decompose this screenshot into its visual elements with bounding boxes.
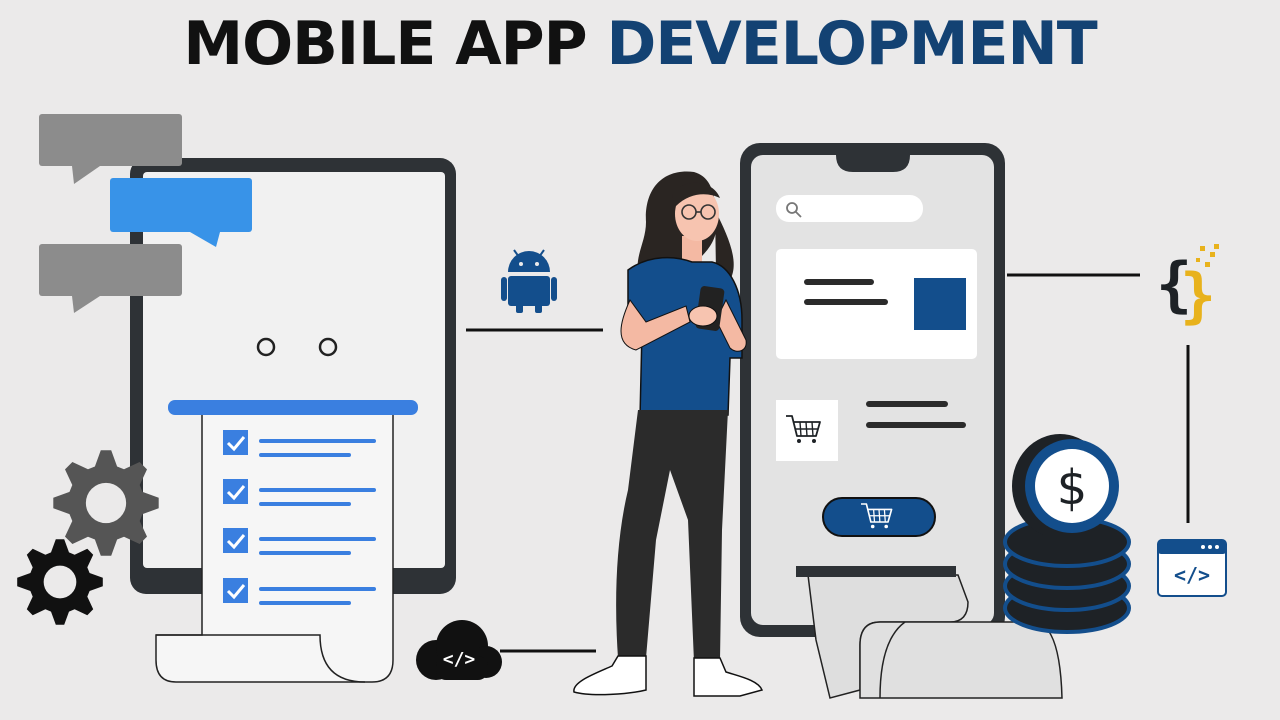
woman-figure: [573, 171, 764, 697]
illustration-scene: $ { } </> </>: [17, 114, 1227, 699]
phone-notch: [836, 155, 910, 172]
browser-code-glyph: </>: [1174, 563, 1210, 587]
curly-braces-code-icon: { }: [1156, 244, 1219, 331]
search-bar[interactable]: [776, 195, 923, 222]
checkbox-icon: [223, 479, 248, 504]
product-thumbnail: [914, 278, 966, 330]
cloud-code-icon: </>: [416, 620, 502, 680]
gear-icon: [53, 450, 159, 556]
checkbox-icon: [223, 578, 248, 603]
browser-code-icon: </>: [1157, 539, 1227, 597]
cloud-code-glyph: </>: [443, 649, 476, 670]
receipt-header-bar: [168, 400, 418, 415]
svg-text:}: }: [1180, 261, 1216, 331]
gear-icon: [17, 539, 103, 625]
android-icon: [501, 249, 557, 313]
checkbox-icon: [223, 430, 248, 455]
product-card[interactable]: [776, 249, 977, 359]
add-to-cart-button[interactable]: [822, 497, 936, 537]
coin-stack: $: [1003, 434, 1131, 634]
svg-text:$: $: [1057, 460, 1088, 516]
checkbox-icon: [223, 528, 248, 553]
phone-device: [740, 143, 1005, 637]
